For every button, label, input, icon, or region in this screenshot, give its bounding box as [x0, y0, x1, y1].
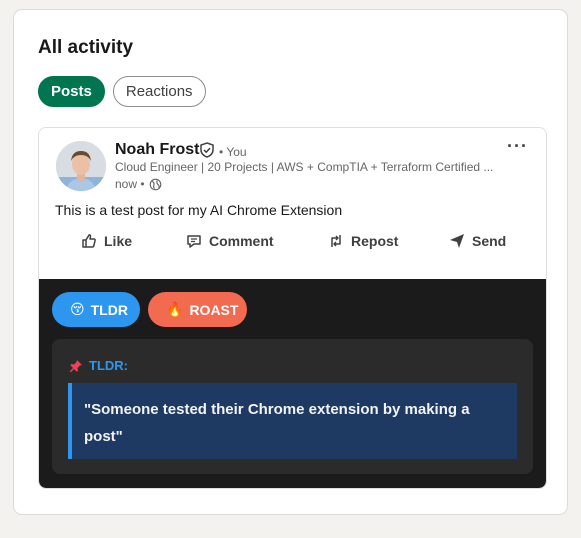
more-icon[interactable]: ···	[507, 136, 528, 157]
like-label: Like	[104, 233, 133, 249]
section-title: All activity	[38, 37, 134, 58]
tldr-button[interactable]: 😚 TLDR	[52, 292, 140, 327]
globe-icon	[149, 178, 161, 190]
author-headline: Cloud Engineer | 20 Projects | AWS + Com…	[115, 160, 494, 174]
repost-button[interactable]: Repost	[327, 232, 398, 250]
like-icon	[82, 234, 96, 248]
tab-reactions[interactable]: Reactions	[112, 76, 206, 107]
repost-icon	[331, 235, 341, 247]
send-label: Send	[472, 233, 507, 249]
post-actions: Like Comment Repost Send	[39, 232, 546, 256]
verified-shield-icon	[200, 142, 214, 158]
repost-label: Repost	[351, 233, 399, 249]
pin-icon	[70, 359, 82, 372]
post-card: Noah Frost • You Cloud Engineer | 20 Pro…	[38, 127, 547, 489]
post-text: This is a test post for my AI Chrome Ext…	[55, 202, 343, 218]
result-header: TLDR:	[69, 358, 128, 373]
comment-button[interactable]: Comment	[185, 232, 274, 250]
tldr-emoji-icon: 😚	[70, 301, 85, 317]
tldr-summary-text: "Someone tested their Chrome extension b…	[68, 383, 517, 459]
tldr-button-label: TLDR	[90, 301, 128, 318]
roast-button-label: ROAST	[189, 301, 239, 318]
fire-icon: 🔥	[166, 301, 184, 317]
send-button[interactable]: Send	[448, 232, 506, 250]
connection-degree: • You	[219, 145, 247, 159]
avatar[interactable]	[56, 141, 106, 191]
activity-card: All activity Posts Reactions Noah Frost …	[13, 9, 568, 515]
tab-posts[interactable]: Posts	[38, 76, 105, 107]
timestamp-text: now •	[115, 177, 145, 191]
tldr-result-box: TLDR: "Someone tested their Chrome exten…	[52, 339, 533, 474]
post-timestamp: now •	[115, 177, 162, 191]
activity-tabs: Posts Reactions	[38, 76, 206, 107]
extension-panel: 😚 TLDR 🔥 ROAST TLDR: "Someone tested the…	[39, 279, 546, 488]
result-label: TLDR:	[89, 358, 128, 373]
like-button[interactable]: Like	[80, 232, 132, 250]
author-name[interactable]: Noah Frost	[115, 141, 199, 159]
comment-icon	[187, 235, 201, 248]
send-icon	[450, 234, 464, 248]
comment-label: Comment	[209, 233, 274, 249]
roast-button[interactable]: 🔥 ROAST	[148, 292, 247, 327]
